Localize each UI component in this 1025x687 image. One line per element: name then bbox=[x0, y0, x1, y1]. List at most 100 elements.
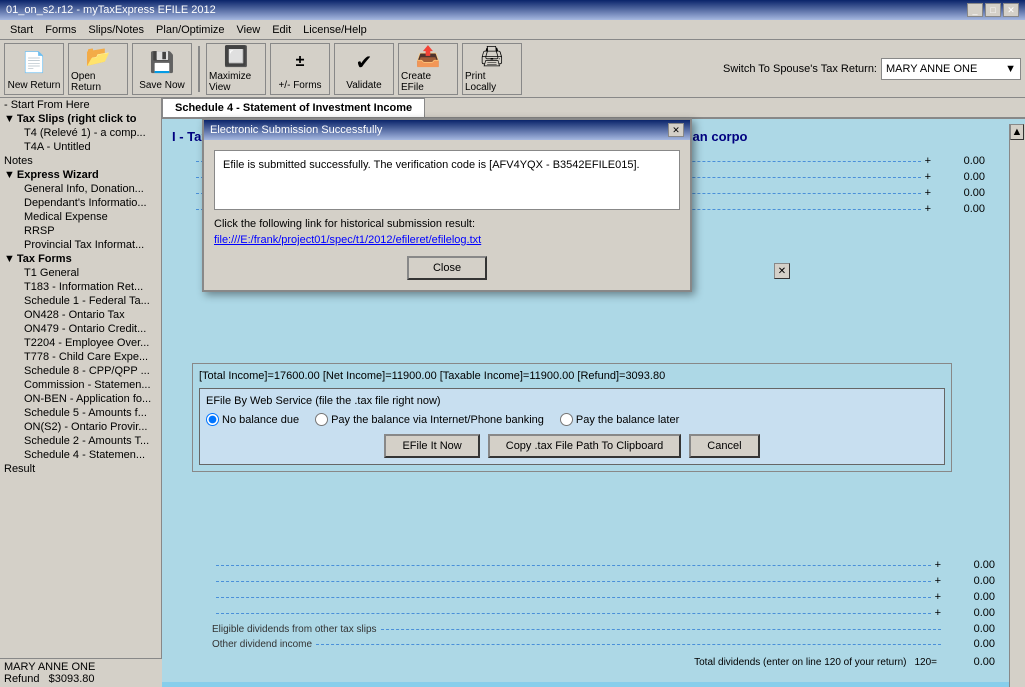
open-return-icon: 📂 bbox=[82, 44, 114, 69]
toolbar-separator-1 bbox=[198, 46, 200, 92]
efile-it-now-button[interactable]: EFile It Now bbox=[384, 434, 479, 458]
status-name: MARY ANNE ONE bbox=[4, 661, 158, 673]
on-s2[interactable]: ON(S2) - Ontario Provir... bbox=[0, 420, 161, 434]
menu-forms[interactable]: Forms bbox=[39, 23, 82, 37]
eligible-value: 0.00 bbox=[945, 623, 995, 635]
submission-link[interactable]: file:///E:/frank/project01/spec/t1/2012/… bbox=[214, 234, 481, 246]
schedule-8[interactable]: Schedule 8 - CPP/QPP ... bbox=[0, 364, 161, 378]
main-area: - Start From Here ▼ Tax Slips (right cli… bbox=[0, 98, 1025, 687]
cancel-button[interactable]: Cancel bbox=[689, 434, 759, 458]
close-btn-row: Close bbox=[214, 256, 680, 280]
result-label[interactable]: Result bbox=[0, 462, 161, 476]
success-dialog-title-bar: Electronic Submission Successfully ✕ bbox=[204, 120, 690, 140]
schedule4-tab[interactable]: Schedule 4 - Statement of Investment Inc… bbox=[162, 98, 425, 117]
wizard-medical[interactable]: Medical Expense bbox=[0, 210, 161, 224]
efile-close-x-button[interactable]: ✕ bbox=[774, 263, 790, 279]
wizard-provincial[interactable]: Provincial Tax Informat... bbox=[0, 238, 161, 252]
plus-minus-forms-button[interactable]: ± +/- Forms bbox=[270, 43, 330, 95]
new-return-icon: 📄 bbox=[18, 46, 50, 78]
copy-tax-file-path-button[interactable]: Copy .tax File Path To Clipboard bbox=[488, 434, 682, 458]
link-prefix: Click the following link for historical … bbox=[214, 218, 680, 230]
validate-button[interactable]: ✔ Validate bbox=[334, 43, 394, 95]
commission[interactable]: Commission - Statemen... bbox=[0, 378, 161, 392]
wizard-dependant[interactable]: Dependant's Informatio... bbox=[0, 196, 161, 210]
t183[interactable]: T183 - Information Ret... bbox=[0, 280, 161, 294]
notes-label[interactable]: Notes bbox=[0, 154, 161, 168]
minimize-btn[interactable]: _ bbox=[967, 3, 983, 17]
create-efile-icon: 📤 bbox=[412, 44, 444, 69]
tax-slips-section[interactable]: ▼ Tax Slips (right click to bbox=[0, 112, 161, 126]
efile-btn-row: EFile It Now Copy .tax File Path To Clip… bbox=[206, 434, 938, 458]
success-message-text: Efile is submitted successfully. The ver… bbox=[223, 159, 640, 171]
total-row: Total dividends (enter on line 120 of yo… bbox=[212, 654, 995, 670]
schedule-4[interactable]: Schedule 4 - Statemen... bbox=[0, 448, 161, 462]
total-value: 0.00 bbox=[945, 656, 995, 668]
other-dividend-value: 0.00 bbox=[945, 638, 995, 650]
new-return-button[interactable]: 📄 New Return bbox=[4, 43, 64, 95]
efile-panel: [Total Income]=17600.00 [Net Income]=119… bbox=[192, 363, 952, 472]
radio-pay-later[interactable]: Pay the balance later bbox=[560, 413, 679, 426]
plus-minus-icon: ± bbox=[284, 46, 316, 78]
tax-forms-section[interactable]: ▼ Tax Forms bbox=[0, 252, 161, 266]
left-panel: - Start From Here ▼ Tax Slips (right cli… bbox=[0, 98, 162, 687]
scrollbar[interactable]: ▲ ▼ bbox=[1009, 124, 1025, 687]
menu-slips-notes[interactable]: Slips/Notes bbox=[82, 23, 150, 37]
menu-license[interactable]: License/Help bbox=[297, 23, 373, 37]
t1-general[interactable]: T1 General bbox=[0, 266, 161, 280]
dialog-close-button[interactable]: Close bbox=[407, 256, 487, 280]
create-efile-button[interactable]: 📤 Create EFile bbox=[398, 43, 458, 95]
radio-pay-internet[interactable]: Pay the balance via Internet/Phone banki… bbox=[315, 413, 544, 426]
title-bar: 01_on_s2.r12 - myTaxExpress EFILE 2012 _… bbox=[0, 0, 1025, 20]
save-now-button[interactable]: 💾 Save Now bbox=[132, 43, 192, 95]
success-dialog-close-btn[interactable]: ✕ bbox=[668, 123, 684, 137]
income-line-6: + 0.00 bbox=[212, 574, 995, 588]
maximize-view-button[interactable]: 🔲 Maximize View bbox=[206, 43, 266, 95]
on-ben[interactable]: ON-BEN - Application fo... bbox=[0, 392, 161, 406]
schedule-5[interactable]: Schedule 5 - Amounts f... bbox=[0, 406, 161, 420]
maximize-btn[interactable]: □ bbox=[985, 3, 1001, 17]
spouse-dropdown-arrow-icon: ▼ bbox=[1005, 63, 1016, 75]
spouse-dropdown[interactable]: MARY ANNE ONE ▼ bbox=[881, 58, 1021, 80]
save-now-icon: 💾 bbox=[146, 46, 178, 78]
status-refund: Refund $3093.80 bbox=[4, 673, 158, 685]
eligible-label: Eligible dividends from other tax slips bbox=[212, 624, 377, 635]
wizard-general[interactable]: General Info, Donation... bbox=[0, 182, 161, 196]
expand-icon: ▼ bbox=[4, 113, 15, 125]
menu-start[interactable]: Start bbox=[4, 23, 39, 37]
efile-webservice-title: EFile By Web Service (file the .tax file… bbox=[206, 395, 938, 407]
spouse-value: MARY ANNE ONE bbox=[886, 63, 1005, 75]
success-dialog-body: Efile is submitted successfully. The ver… bbox=[204, 140, 690, 290]
spouse-label: Switch To Spouse's Tax Return: bbox=[723, 63, 877, 75]
tab-bar: Schedule 4 - Statement of Investment Inc… bbox=[162, 98, 1025, 119]
toolbar: 📄 New Return 📂 Open Return 💾 Save Now 🔲 … bbox=[0, 40, 1025, 98]
t4a-item[interactable]: T4A - Untitled bbox=[0, 140, 161, 154]
t4-item[interactable]: T4 (Relevé 1) - a comp... bbox=[0, 126, 161, 140]
t2204[interactable]: T2204 - Employee Over... bbox=[0, 336, 161, 350]
menu-plan[interactable]: Plan/Optimize bbox=[150, 23, 230, 37]
other-dividend-row: Other dividend income 0.00 bbox=[212, 638, 995, 650]
radio-no-balance[interactable]: No balance due bbox=[206, 413, 299, 426]
print-locally-icon: 🖨 bbox=[476, 44, 508, 69]
expand-forms-icon: ▼ bbox=[4, 253, 15, 265]
close-btn[interactable]: ✕ bbox=[1003, 3, 1019, 17]
efile-webservice: EFile By Web Service (file the .tax file… bbox=[199, 388, 945, 465]
print-locally-button[interactable]: 🖨 Print Locally bbox=[462, 43, 522, 95]
express-wizard-section[interactable]: ▼ Express Wizard bbox=[0, 168, 161, 182]
scroll-up-button[interactable]: ▲ bbox=[1010, 124, 1024, 140]
total-line-num: 120= bbox=[914, 657, 937, 668]
t778[interactable]: T778 - Child Care Expe... bbox=[0, 350, 161, 364]
spouse-section: Switch To Spouse's Tax Return: MARY ANNE… bbox=[723, 58, 1021, 80]
on428[interactable]: ON428 - Ontario Tax bbox=[0, 308, 161, 322]
schedule-1[interactable]: Schedule 1 - Federal Ta... bbox=[0, 294, 161, 308]
wizard-rrsp[interactable]: RRSP bbox=[0, 224, 161, 238]
on479[interactable]: ON479 - Ontario Credit... bbox=[0, 322, 161, 336]
status-refund-value: $3093.80 bbox=[49, 673, 95, 685]
success-dialog: Electronic Submission Successfully ✕ Efi… bbox=[202, 118, 692, 292]
menu-view[interactable]: View bbox=[231, 23, 267, 37]
menu-edit[interactable]: Edit bbox=[266, 23, 297, 37]
schedule-2[interactable]: Schedule 2 - Amounts T... bbox=[0, 434, 161, 448]
start-from-here[interactable]: - Start From Here bbox=[0, 98, 161, 112]
open-return-button[interactable]: 📂 Open Return bbox=[68, 43, 128, 95]
right-content: Schedule 4 - Statement of Investment Inc… bbox=[162, 98, 1025, 687]
validate-icon: ✔ bbox=[348, 46, 380, 78]
